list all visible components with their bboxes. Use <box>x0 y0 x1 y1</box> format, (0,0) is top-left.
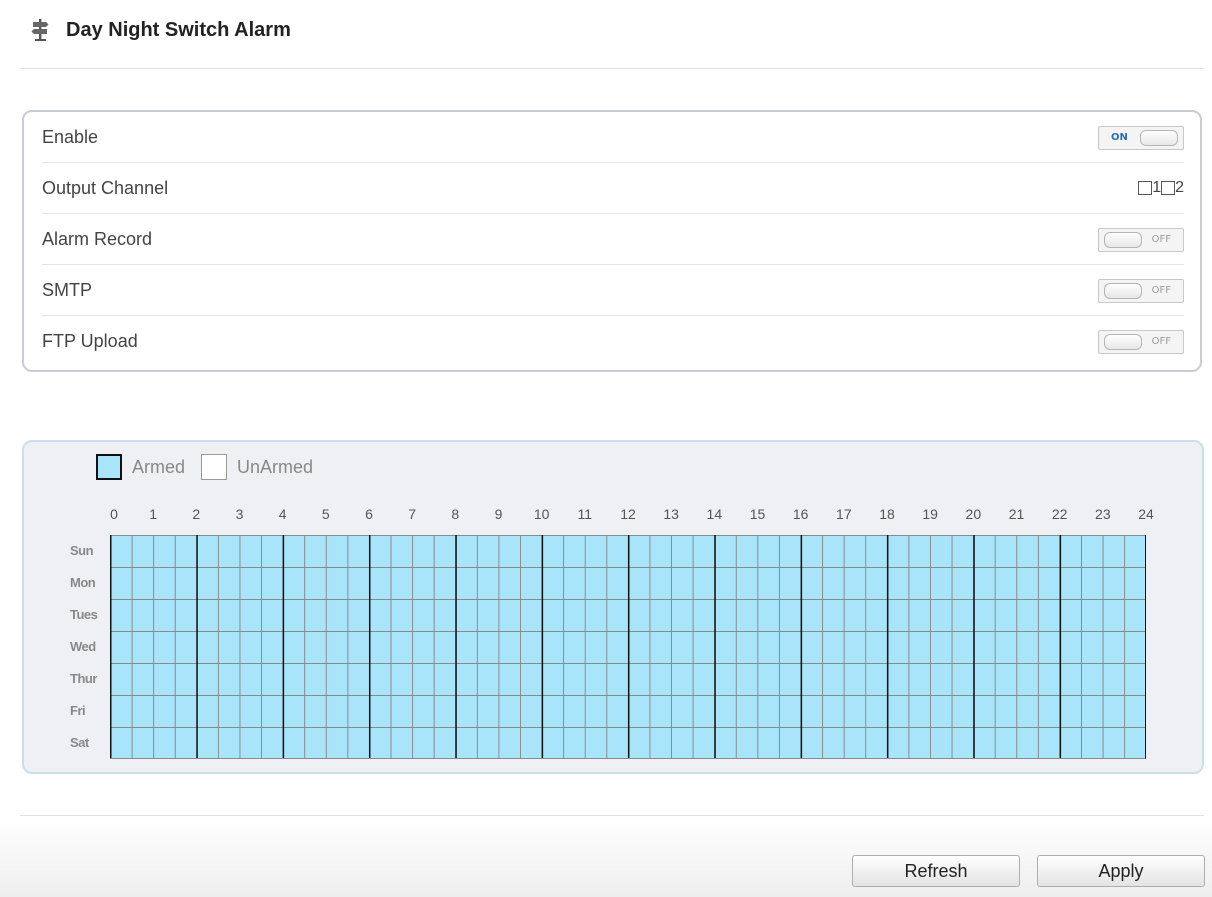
schedule-legend: Armed UnArmed <box>96 454 313 480</box>
ftp-upload-label: FTP Upload <box>42 331 138 351</box>
page-header: Day Night Switch Alarm <box>30 10 291 50</box>
hour-label: 24 <box>1138 506 1154 522</box>
refresh-button[interactable]: Refresh <box>852 855 1020 887</box>
hour-label: 9 <box>494 506 503 522</box>
day-label-tues: Tues <box>70 607 98 622</box>
hour-label: 22 <box>1051 506 1068 522</box>
output-channel-1: 1 <box>1138 179 1161 197</box>
output-channel-options: 12 <box>1138 163 1184 213</box>
alarm-record-toggle-knob <box>1104 232 1142 248</box>
setting-row-output-channel: Output Channel 1 2 <box>42 163 1184 214</box>
smtp-toggle-state: OFF <box>1151 285 1171 296</box>
ftp-upload-toggle[interactable]: OFF <box>1098 330 1184 354</box>
day-label-wed: Wed <box>70 639 96 654</box>
hour-label: 14 <box>706 506 723 522</box>
output-channel-label: Output Channel <box>42 178 169 198</box>
day-label-thur: Thur <box>70 671 97 686</box>
alarm-record-toggle-state: OFF <box>1151 234 1171 245</box>
hour-label: 6 <box>365 506 373 522</box>
hour-label: 2 <box>192 506 201 522</box>
channel-1-checkbox[interactable] <box>1138 181 1153 195</box>
hour-label: 5 <box>321 506 330 522</box>
apply-button[interactable]: Apply <box>1037 855 1205 887</box>
setting-row-ftp-upload: FTP Upload OFF <box>42 316 1184 367</box>
enable-toggle[interactable]: ON <box>1098 126 1184 150</box>
armed-swatch[interactable] <box>96 454 122 480</box>
setting-row-smtp: SMTP OFF <box>42 265 1184 316</box>
smtp-toggle-knob <box>1104 283 1142 299</box>
alarm-record-toggle[interactable]: OFF <box>1098 228 1184 252</box>
hour-label: 10 <box>533 506 550 522</box>
day-label-sun: Sun <box>70 543 94 558</box>
hour-label: 23 <box>1095 506 1111 522</box>
day-label-sat: Sat <box>70 735 89 750</box>
hour-label: 13 <box>663 506 679 522</box>
hour-label: 8 <box>451 506 460 522</box>
hour-label: 20 <box>965 506 982 522</box>
ftp-upload-toggle-knob <box>1104 334 1142 350</box>
hour-label: 15 <box>749 506 766 522</box>
ftp-upload-toggle-state: OFF <box>1151 336 1171 347</box>
page-title: Day Night Switch Alarm <box>66 18 291 41</box>
smtp-toggle[interactable]: OFF <box>1098 279 1184 303</box>
setting-row-alarm-record: Alarm Record OFF <box>42 214 1184 265</box>
alarm-settings-panel: Enable ON Output Channel 1 2 Alarm Record OFF S… <box>22 110 1202 372</box>
channel-2-label: 2 <box>1175 179 1184 196</box>
hour-label: 17 <box>836 506 852 522</box>
hour-label: 1 <box>149 506 158 522</box>
day-label-fri: Fri <box>70 703 86 718</box>
schedule-grid[interactable] <box>110 535 1146 759</box>
signpost-icon <box>31 19 49 41</box>
channel-2-checkbox[interactable] <box>1161 181 1176 195</box>
armed-label: Armed <box>132 456 186 477</box>
smtp-label: SMTP <box>42 280 93 300</box>
alarm-record-label: Alarm Record <box>42 229 153 249</box>
hour-label: 7 <box>408 506 417 522</box>
setting-row-enable: Enable ON <box>42 112 1184 163</box>
output-channel-2: 2 <box>1161 179 1184 197</box>
hour-label: 16 <box>792 506 809 522</box>
hour-label: 19 <box>922 506 938 522</box>
hour-label: 11 <box>577 506 593 522</box>
enable-label: Enable <box>42 127 99 147</box>
enable-toggle-knob <box>1140 130 1178 146</box>
hour-label: 0 <box>110 506 118 522</box>
footer-bar <box>0 816 1212 897</box>
hour-label: 18 <box>879 506 895 522</box>
enable-toggle-state: ON <box>1111 132 1128 143</box>
unarmed-label: UnArmed <box>237 456 314 477</box>
schedule-panel: Armed UnArmed 0 1 2 3 4 5 6 7 8 9 10 11 12 13 14 15 16 17… <box>22 440 1204 774</box>
hour-label: 21 <box>1008 506 1025 522</box>
day-label-mon: Mon <box>70 575 96 590</box>
channel-1-label: 1 <box>1152 179 1162 196</box>
hour-label: 12 <box>620 506 636 522</box>
hour-label: 3 <box>235 506 244 522</box>
unarmed-swatch[interactable] <box>201 454 228 480</box>
footer-divider <box>20 815 1204 816</box>
header-divider <box>20 68 1204 69</box>
hour-label: 4 <box>278 506 287 522</box>
